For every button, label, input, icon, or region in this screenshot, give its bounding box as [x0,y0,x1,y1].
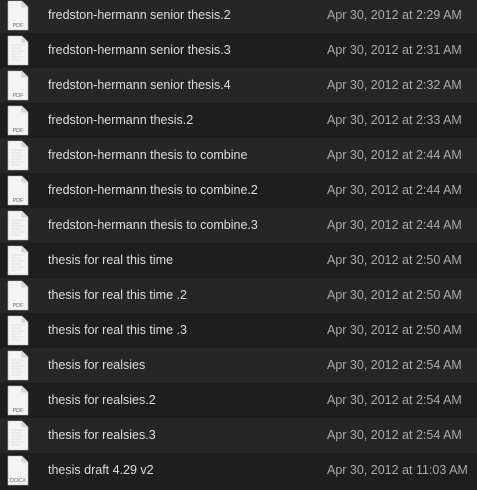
file-date-modified: Apr 30, 2012 at 11:03 AM [327,463,468,477]
docx-icon: DOCX [6,455,30,486]
file-row[interactable]: thesis for realsies.3 Apr 30, 2012 at 2:… [0,418,477,453]
file-type-label: PDF [13,23,25,29]
file-type-label: PDF [13,93,25,99]
file-name: fredston-hermann senior thesis.4 [48,78,231,92]
file-date-modified: Apr 30, 2012 at 2:31 AM [327,43,462,57]
file-date-modified: Apr 30, 2012 at 2:44 AM [327,183,462,197]
document-icon [6,210,30,241]
file-row[interactable]: thesis for real this time Apr 30, 2012 a… [0,243,477,278]
file-date-modified: Apr 30, 2012 at 2:33 AM [327,113,462,127]
file-list: PDF fredston-hermann senior thesis.2 Apr… [0,0,477,490]
document-icon [6,245,30,276]
file-name: thesis for realsies.3 [48,428,156,442]
file-date-modified: Apr 30, 2012 at 2:50 AM [327,288,462,302]
file-row[interactable]: PDF fredston-hermann thesis to combine.2… [0,173,477,208]
file-date-modified: Apr 30, 2012 at 2:54 AM [327,428,462,442]
pdf-icon: PDF [6,175,30,206]
pdf-icon: PDF [6,385,30,416]
file-name: fredston-hermann thesis to combine.3 [48,218,258,232]
file-row[interactable]: PDF fredston-hermann thesis.2 Apr 30, 20… [0,103,477,138]
file-name: thesis for real this time .2 [48,288,187,302]
file-name: fredston-hermann thesis to combine [48,148,248,162]
file-name: fredston-hermann thesis.2 [48,113,194,127]
file-row[interactable]: PDF thesis for real this time .2 Apr 30,… [0,278,477,313]
file-date-modified: Apr 30, 2012 at 2:54 AM [327,393,462,407]
file-row[interactable]: PDF fredston-hermann senior thesis.4 Apr… [0,68,477,103]
pdf-icon: PDF [6,70,30,101]
document-icon [6,35,30,66]
file-type-label: PDF [13,303,25,309]
file-row[interactable]: PDF fredston-hermann senior thesis.2 Apr… [0,0,477,33]
pdf-icon: PDF [6,105,30,136]
document-icon [6,140,30,171]
file-name: thesis for real this time [48,253,174,267]
file-name: fredston-hermann senior thesis.3 [48,43,231,57]
pdf-icon: PDF [6,280,30,311]
file-row[interactable]: fredston-hermann thesis to combine.3 Apr… [0,208,477,243]
file-name: thesis for real this time .3 [48,323,187,337]
file-name: thesis for realsies.2 [48,393,156,407]
file-type-label: PDF [13,128,25,134]
file-type-label: DOCX [10,478,26,484]
file-type-label: PDF [13,408,25,414]
file-date-modified: Apr 30, 2012 at 2:54 AM [327,358,462,372]
pdf-icon: PDF [6,0,30,31]
document-icon [6,315,30,346]
file-row[interactable]: thesis for realsies Apr 30, 2012 at 2:54… [0,348,477,383]
file-row[interactable]: PDF thesis for realsies.2 Apr 30, 2012 a… [0,383,477,418]
file-date-modified: Apr 30, 2012 at 2:50 AM [327,323,462,337]
file-date-modified: Apr 30, 2012 at 2:44 AM [327,218,462,232]
file-name: fredston-hermann thesis to combine.2 [48,183,258,197]
file-name: thesis for realsies [48,358,146,372]
file-name: fredston-hermann senior thesis.2 [48,8,231,22]
file-row[interactable]: DOCX thesis draft 4.29 v2 Apr 30, 2012 a… [0,453,477,488]
file-date-modified: Apr 30, 2012 at 2:29 AM [327,8,462,22]
document-icon [6,420,30,451]
document-icon [6,350,30,381]
file-name: thesis draft 4.29 v2 [48,463,154,477]
file-date-modified: Apr 30, 2012 at 2:32 AM [327,78,462,92]
file-date-modified: Apr 30, 2012 at 2:50 AM [327,253,462,267]
file-row[interactable]: thesis for real this time .3 Apr 30, 201… [0,313,477,348]
file-type-label: PDF [13,198,25,204]
file-row[interactable]: fredston-hermann thesis to combine Apr 3… [0,138,477,173]
file-row[interactable]: fredston-hermann senior thesis.3 Apr 30,… [0,33,477,68]
file-date-modified: Apr 30, 2012 at 2:44 AM [327,148,462,162]
